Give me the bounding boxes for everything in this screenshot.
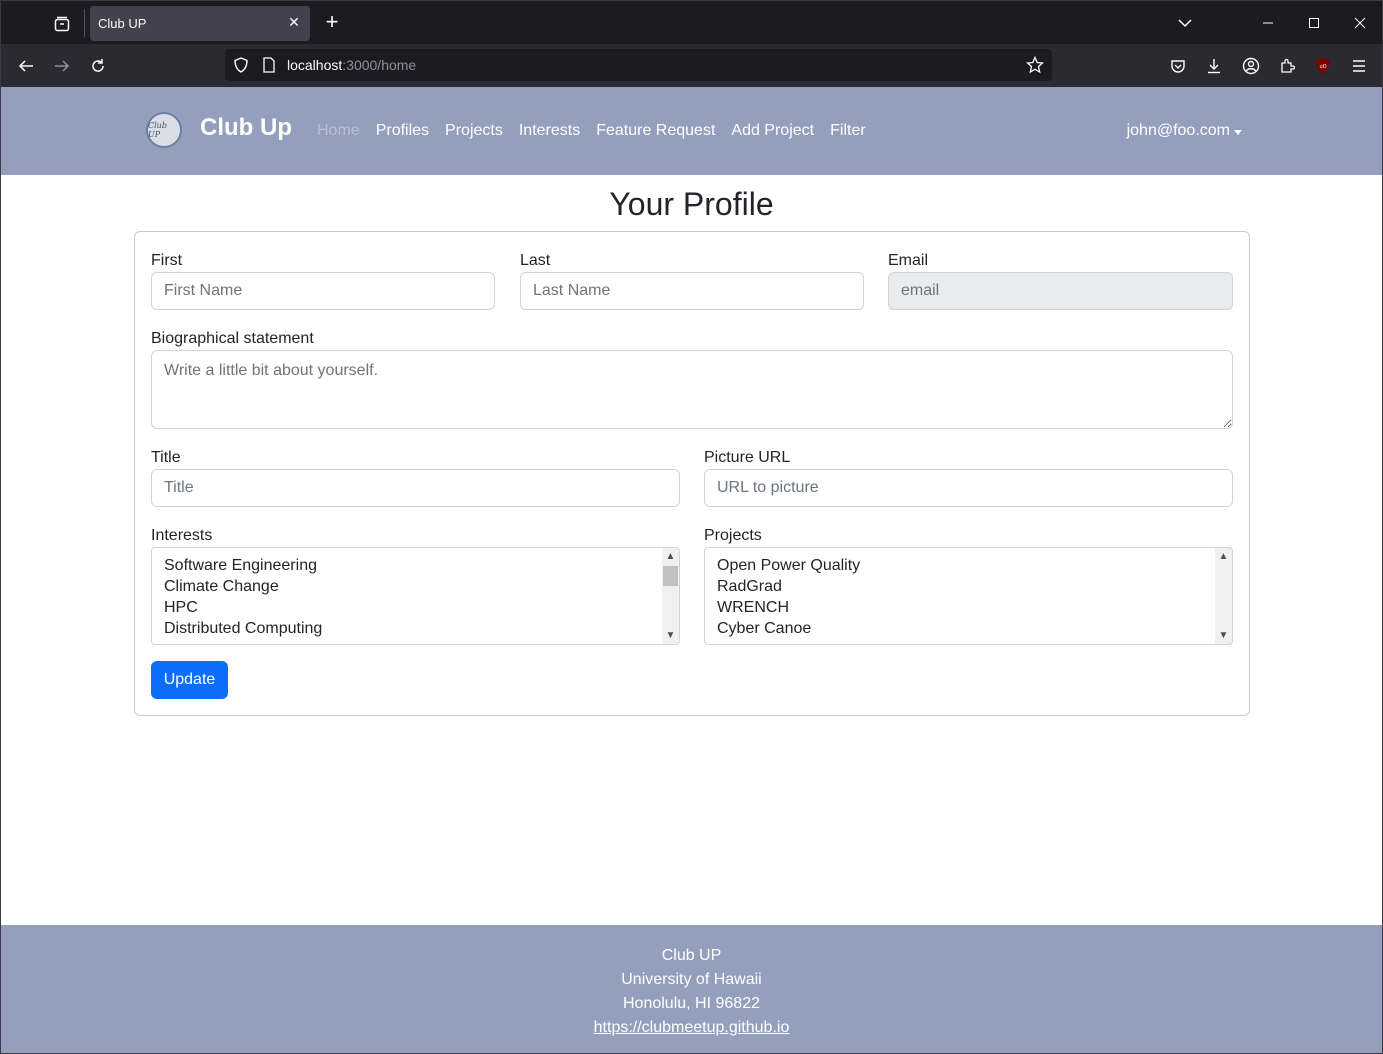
url-text: localhost:3000/home: [287, 57, 416, 73]
project-option[interactable]: RadGrad: [717, 576, 860, 597]
close-tab-icon[interactable]: ✕: [286, 14, 302, 30]
picture-url-input[interactable]: [704, 469, 1233, 507]
footer-university: University of Hawaii: [621, 971, 762, 988]
downloads-icon[interactable]: [1201, 53, 1227, 79]
page-title: Your Profile: [609, 186, 774, 222]
scroll-down-icon[interactable]: ▼: [662, 627, 679, 644]
interest-option[interactable]: Software Engineering: [164, 555, 322, 576]
page-footer: Club UP University of Hawaii Honolulu, H…: [1, 925, 1382, 1053]
new-tab-icon[interactable]: +: [321, 11, 343, 35]
svg-text:uO: uO: [1319, 64, 1326, 70]
bio-label: Biographical statement: [151, 330, 314, 347]
scroll-up-icon[interactable]: ▲: [1215, 548, 1232, 565]
app-navbar: Club UP Club Up Home Profiles Projects I…: [1, 87, 1382, 175]
nav-link-feature-request[interactable]: Feature Request: [596, 122, 715, 140]
first-name-label: First: [151, 252, 183, 269]
user-dropdown[interactable]: john@foo.com: [1127, 122, 1242, 140]
url-path: :3000/home: [342, 57, 417, 73]
nav-links: Home Profiles Projects Interests Feature…: [317, 122, 866, 140]
email-label: Email: [888, 252, 929, 269]
browser-toolbar: localhost:3000/home uO: [0, 44, 1383, 87]
caret-down-icon: [1234, 129, 1242, 135]
url-host: localhost: [287, 57, 343, 73]
footer-club-name: Club UP: [661, 947, 722, 964]
project-option[interactable]: Cyber Canoe: [717, 618, 860, 639]
interests-select[interactable]: Software Engineering Climate Change HPC …: [151, 547, 680, 645]
tab-separator: [84, 9, 85, 37]
projects-label: Projects: [704, 527, 762, 544]
back-icon[interactable]: [13, 53, 39, 79]
minimize-icon[interactable]: [1256, 11, 1280, 35]
title-label: Title: [151, 449, 181, 466]
project-option[interactable]: Open Power Quality: [717, 555, 860, 576]
browser-tab[interactable]: Club UP ✕: [90, 6, 310, 41]
nav-link-projects[interactable]: Projects: [445, 122, 503, 140]
interests-scrollbar[interactable]: ▲ ▼: [662, 548, 679, 644]
forward-icon[interactable]: [49, 53, 75, 79]
extensions-icon[interactable]: [1274, 53, 1300, 79]
shield-icon[interactable]: [232, 56, 250, 74]
footer-link[interactable]: https://clubmeetup.github.io: [1, 1016, 1382, 1040]
interests-label: Interests: [151, 527, 213, 544]
maximize-icon[interactable]: [1302, 11, 1326, 35]
page-icon[interactable]: [260, 56, 278, 74]
projects-scrollbar[interactable]: ▲ ▼: [1215, 548, 1232, 644]
pocket-icon[interactable]: [1165, 53, 1191, 79]
last-name-label: Last: [520, 252, 551, 269]
logo-text: Club UP: [148, 121, 167, 139]
projects-select[interactable]: Open Power Quality RadGrad WRENCH Cyber …: [704, 547, 1233, 645]
tab-title: Club UP: [98, 16, 147, 31]
scroll-thumb[interactable]: [663, 566, 678, 586]
user-email: john@foo.com: [1126, 122, 1230, 139]
list-all-tabs-icon[interactable]: [1173, 11, 1197, 35]
tab-overview-icon[interactable]: [49, 11, 75, 37]
footer-address: Honolulu, HI 96822: [623, 995, 760, 1012]
account-icon[interactable]: [1238, 53, 1264, 79]
title-input[interactable]: [151, 469, 680, 507]
email-input[interactable]: [888, 272, 1233, 310]
first-name-input[interactable]: [151, 272, 495, 310]
update-button[interactable]: Update: [151, 661, 228, 699]
menu-icon[interactable]: [1346, 53, 1372, 79]
bio-textarea[interactable]: [151, 350, 1233, 429]
brand-name[interactable]: Club Up: [200, 114, 292, 142]
interest-option[interactable]: Distributed Computing: [164, 618, 322, 639]
club-logo[interactable]: Club UP: [146, 112, 182, 148]
interest-option[interactable]: HPC: [164, 597, 322, 618]
browser-tab-bar: Club UP ✕ +: [0, 0, 1383, 44]
nav-link-filter[interactable]: Filter: [830, 122, 866, 140]
last-name-input[interactable]: [520, 272, 864, 310]
interest-option[interactable]: Climate Change: [164, 576, 322, 597]
close-window-icon[interactable]: [1348, 11, 1372, 35]
bookmark-star-icon[interactable]: [1026, 56, 1044, 74]
profile-form-card: First Last Email Biographical statement …: [134, 231, 1250, 716]
scroll-down-icon[interactable]: ▼: [1215, 627, 1232, 644]
ublock-icon[interactable]: uO: [1310, 53, 1336, 79]
project-option[interactable]: WRENCH: [717, 597, 860, 618]
nav-link-home[interactable]: Home: [317, 122, 360, 140]
picture-url-label: Picture URL: [704, 449, 791, 466]
scroll-up-icon[interactable]: ▲: [662, 548, 679, 565]
reload-icon[interactable]: [85, 53, 111, 79]
nav-link-profiles[interactable]: Profiles: [376, 122, 429, 140]
nav-link-interests[interactable]: Interests: [519, 122, 580, 140]
url-bar[interactable]: localhost:3000/home: [225, 49, 1052, 81]
nav-link-add-project[interactable]: Add Project: [731, 122, 814, 140]
